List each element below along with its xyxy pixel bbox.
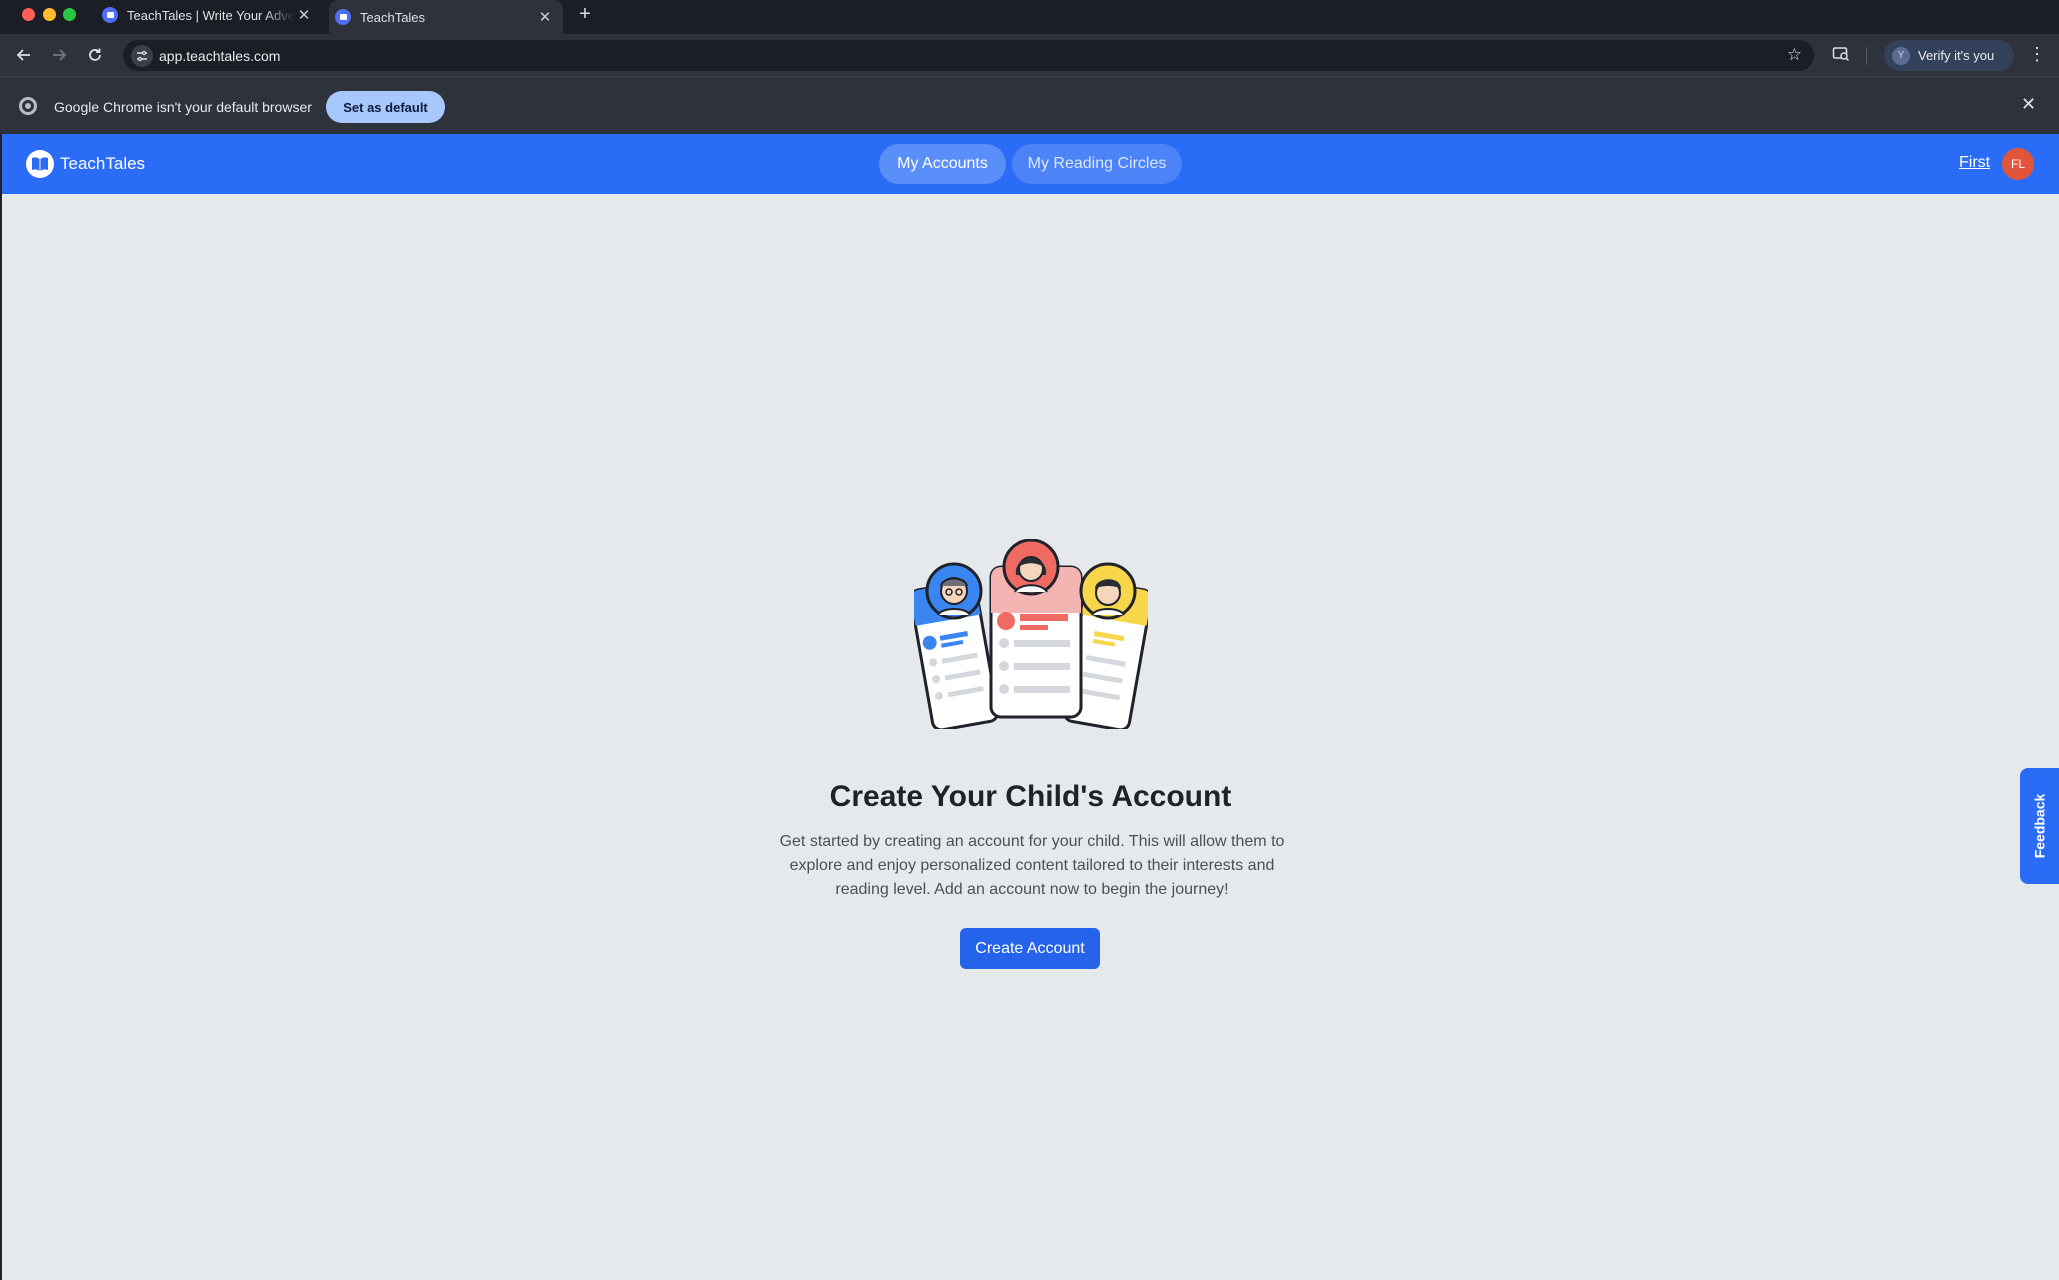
profile-verify-label: Verify it's you (1918, 48, 1995, 63)
tab-my-reading-circles[interactable]: My Reading Circles (1012, 144, 1182, 184)
default-browser-infobar: Google Chrome isn't your default browser… (0, 76, 2059, 134)
window-zoom-button[interactable] (63, 8, 76, 21)
boy-avatar-icon (925, 562, 983, 620)
avatar[interactable]: FL (2002, 148, 2034, 180)
user-name-link[interactable]: First (1959, 154, 1990, 172)
book-logo-icon[interactable] (26, 150, 54, 178)
close-tab-icon[interactable]: ✕ (294, 5, 314, 25)
profile-avatar-icon: Y (1892, 46, 1910, 65)
empty-state-description: Get started by creating an account for y… (779, 833, 1285, 898)
empty-state-title: Create Your Child's Account (829, 780, 1232, 813)
app-header: TeachTales My Accounts My Reading Circle… (2, 134, 2059, 194)
browser-toolbar: app.teachtales.com ☆ Y Verify it's you ⋮ (0, 34, 2059, 76)
app-viewport: TeachTales My Accounts My Reading Circle… (2, 134, 2059, 1280)
teachtales-favicon-icon (335, 9, 351, 25)
back-arrow-icon[interactable] (12, 43, 36, 67)
browser-tab-1[interactable]: TeachTales | Write Your Adventure ✕ (96, 0, 322, 30)
chrome-logo-icon (19, 97, 37, 115)
site-settings-icon[interactable] (131, 45, 153, 67)
window-minimize-button[interactable] (43, 8, 56, 21)
close-tab-icon[interactable]: ✕ (535, 7, 555, 27)
tab-my-accounts[interactable]: My Accounts (879, 144, 1006, 184)
man-avatar-icon (1079, 562, 1137, 620)
address-bar[interactable]: app.teachtales.com ☆ (123, 40, 1814, 71)
close-icon[interactable]: ✕ (2021, 94, 2036, 115)
profile-verify-button[interactable]: Y Verify it's you (1884, 40, 2014, 71)
teachtales-favicon-icon (102, 7, 118, 23)
url-text[interactable]: app.teachtales.com (159, 48, 280, 64)
tab-title: TeachTales (360, 9, 426, 25)
toolbar-divider (1866, 47, 1867, 65)
child-accounts-illustration (914, 539, 1148, 729)
tab-title: TeachTales | Write Your Adventure (127, 7, 294, 23)
infobar-message: Google Chrome isn't your default browser (54, 99, 312, 115)
browser-tab-2[interactable]: TeachTales ✕ (329, 0, 563, 34)
menu-kebab-icon[interactable]: ⋮ (2028, 44, 2046, 65)
browser-tabstrip: TeachTales | Write Your Adventure ✕ Teac… (0, 0, 2059, 34)
create-account-button[interactable]: Create Account (960, 928, 1100, 969)
new-tab-plus-icon[interactable]: + (574, 3, 596, 25)
set-as-default-button[interactable]: Set as default (326, 91, 445, 123)
bookmark-star-icon[interactable]: ☆ (1787, 45, 1802, 65)
search-tabs-icon[interactable] (1832, 45, 1850, 68)
feedback-label: Feedback (2031, 793, 2048, 859)
girl-avatar-icon (1002, 539, 1060, 596)
brand-name[interactable]: TeachTales (60, 154, 145, 174)
forward-arrow-icon[interactable] (47, 43, 71, 67)
feedback-tab-button[interactable]: Feedback (2020, 768, 2059, 884)
window-close-button[interactable] (22, 8, 35, 21)
reload-icon[interactable] (83, 43, 107, 67)
